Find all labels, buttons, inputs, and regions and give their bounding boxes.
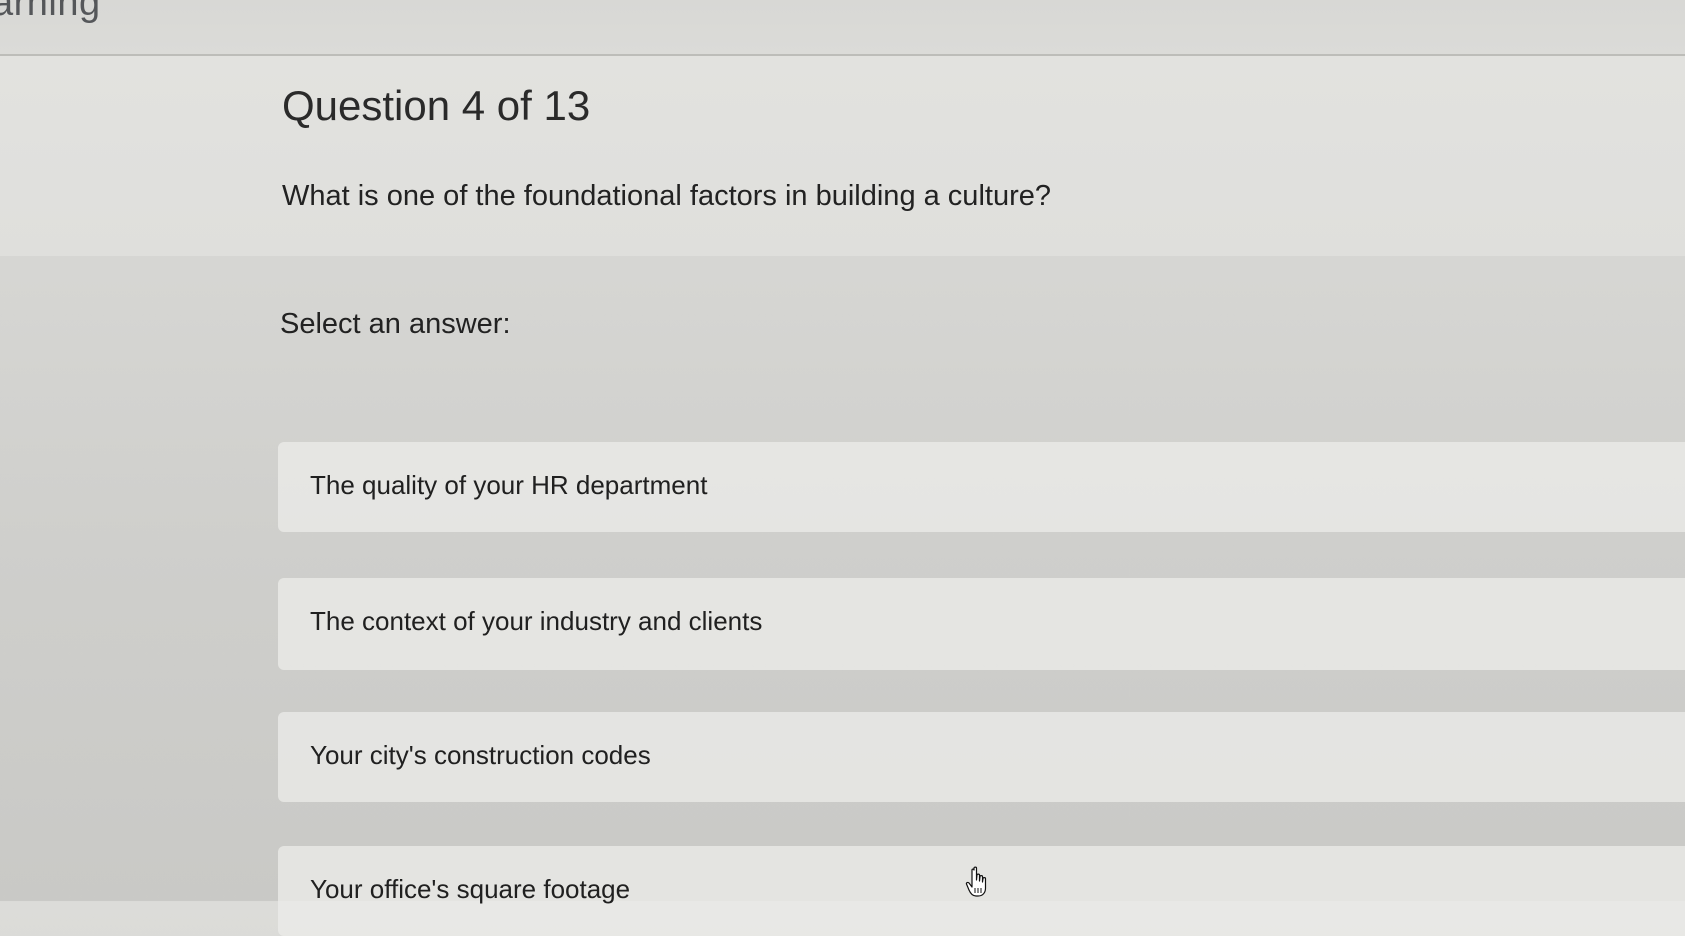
- answer-option-label: Your office's square footage: [310, 874, 631, 904]
- hand-pointer-icon: [965, 866, 987, 897]
- answer-option-3[interactable]: Your city's construction codes: [278, 712, 1685, 802]
- answer-option-label: Your city's construction codes: [310, 740, 651, 770]
- question-text: What is one of the foundational factors …: [282, 180, 1051, 212]
- answer-option-label: The quality of your HR department: [310, 470, 708, 500]
- answer-option-1[interactable]: The quality of your HR department: [278, 442, 1685, 532]
- top-header: arning: [0, 0, 1685, 56]
- answer-option-label: The context of your industry and clients: [310, 606, 763, 636]
- select-answer-prompt: Select an answer:: [280, 308, 511, 340]
- question-header-band: [0, 56, 1685, 256]
- question-area: Question 4 of 13 What is one of the foun…: [0, 56, 1685, 936]
- app-title: arning: [0, 0, 101, 24]
- answer-option-2[interactable]: The context of your industry and clients: [278, 578, 1685, 670]
- question-counter: Question 4 of 13: [282, 82, 591, 129]
